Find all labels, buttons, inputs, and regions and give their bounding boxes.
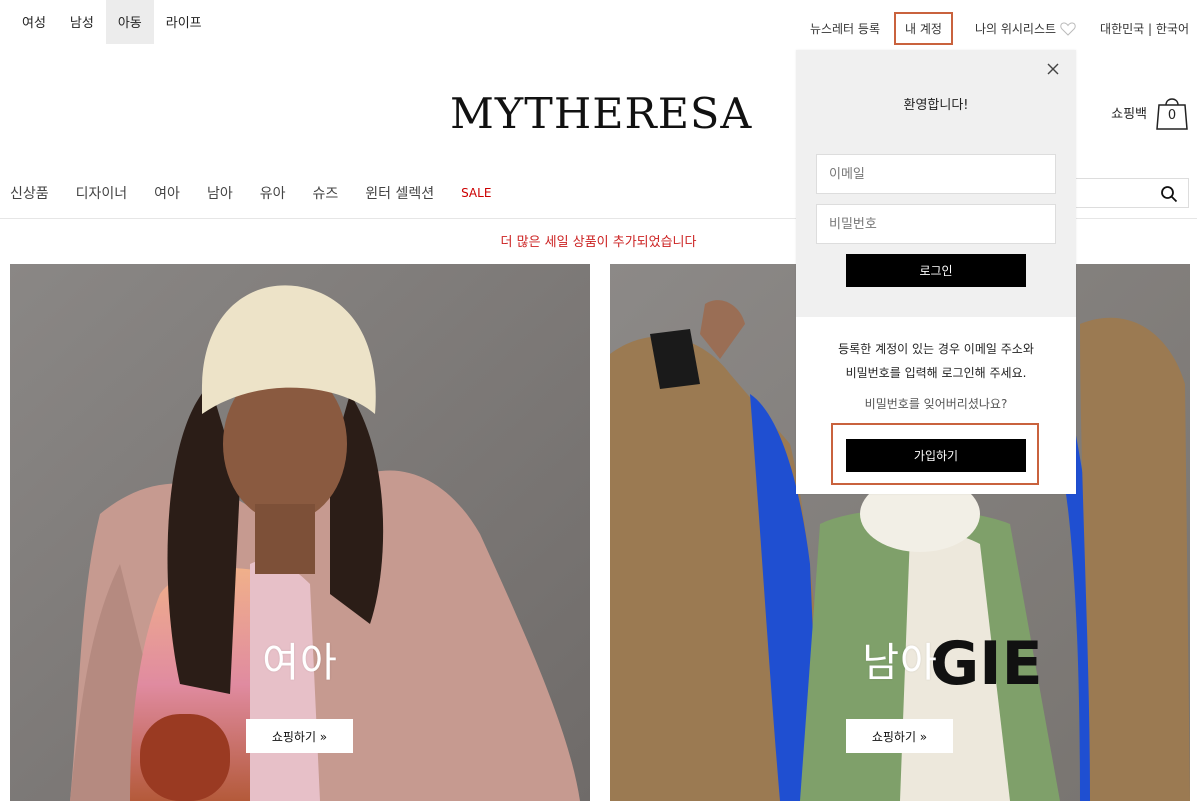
- nav-item-girls[interactable]: 여아: [154, 183, 180, 203]
- login-info-text: 등록한 계정이 있는 경우 이메일 주소와 비밀번호를 입력해 로그인해 주세요…: [796, 337, 1076, 385]
- shop-girls-button[interactable]: 쇼핑하기 »: [246, 719, 353, 753]
- search-input[interactable]: [1059, 178, 1189, 208]
- gender-nav: 여성 남성 아동 라이프: [10, 0, 214, 44]
- utility-bar: 뉴스레터 등록 내 계정 나의 위시리스트 대한민국 | 한국어: [800, 12, 1189, 45]
- nav-item-shoes[interactable]: 슈즈: [312, 183, 338, 203]
- wishlist-label: 나의 위시리스트: [974, 22, 1057, 36]
- bag-icon: 0: [1155, 94, 1189, 130]
- welcome-heading: 환영합니다!: [903, 98, 969, 113]
- nav-item-sale[interactable]: SALE: [461, 186, 491, 200]
- newsletter-link[interactable]: 뉴스레터 등록: [810, 20, 880, 37]
- my-account-link[interactable]: 내 계정: [894, 12, 953, 45]
- hero-girls-label: 여아: [262, 640, 338, 686]
- shop-boys-button[interactable]: 쇼핑하기 »: [846, 719, 953, 753]
- forgot-password-link[interactable]: 비밀번호를 잊어버리셨나요?: [796, 395, 1076, 412]
- nav-item-winter-selection[interactable]: 윈터 셀렉션: [365, 183, 434, 203]
- signup-button[interactable]: 가입하기: [846, 439, 1026, 472]
- search-icon[interactable]: [1160, 185, 1178, 203]
- brand-logo[interactable]: MYTHERESA: [450, 89, 751, 138]
- login-popup: 환영합니다! 로그인 등록한 계정이 있는 경우 이메일 주소와 비밀번호를 입…: [796, 50, 1076, 494]
- hero-boys-label: 남아: [862, 640, 938, 686]
- close-icon[interactable]: [1046, 62, 1060, 76]
- wishlist-link[interactable]: 나의 위시리스트: [975, 20, 1076, 37]
- login-info-line-2: 비밀번호를 입력해 로그인해 주세요.: [845, 366, 1027, 380]
- bag-count: 0: [1167, 108, 1177, 123]
- nav-item-new[interactable]: 신상품: [10, 183, 49, 203]
- nav-item-designers[interactable]: 디자이너: [76, 183, 128, 203]
- nav-item-boys[interactable]: 남아: [207, 183, 233, 203]
- gender-tab-men[interactable]: 남성: [58, 0, 106, 44]
- heart-icon: [1060, 21, 1076, 36]
- login-info-line-1: 등록한 계정이 있는 경우 이메일 주소와: [838, 342, 1034, 356]
- shopping-bag[interactable]: 쇼핑백 0: [1111, 94, 1189, 130]
- password-field[interactable]: [816, 204, 1056, 244]
- hero-girls[interactable]: 여아 쇼핑하기 »: [10, 264, 590, 801]
- email-field[interactable]: [816, 154, 1056, 194]
- gender-tab-life[interactable]: 라이프: [154, 0, 214, 44]
- gender-tab-women[interactable]: 여성: [10, 0, 58, 44]
- main-nav: 신상품 디자이너 여아 남아 유아 슈즈 윈터 셀렉션 SALE: [10, 183, 518, 203]
- logo-text: MYTHERESA: [449, 88, 753, 138]
- region-language-selector[interactable]: 대한민국 | 한국어: [1100, 20, 1189, 37]
- gender-tab-kids[interactable]: 아동: [105, 0, 154, 44]
- nav-item-baby[interactable]: 유아: [260, 183, 286, 203]
- shopping-bag-label: 쇼핑백: [1111, 106, 1147, 122]
- login-button[interactable]: 로그인: [846, 254, 1026, 287]
